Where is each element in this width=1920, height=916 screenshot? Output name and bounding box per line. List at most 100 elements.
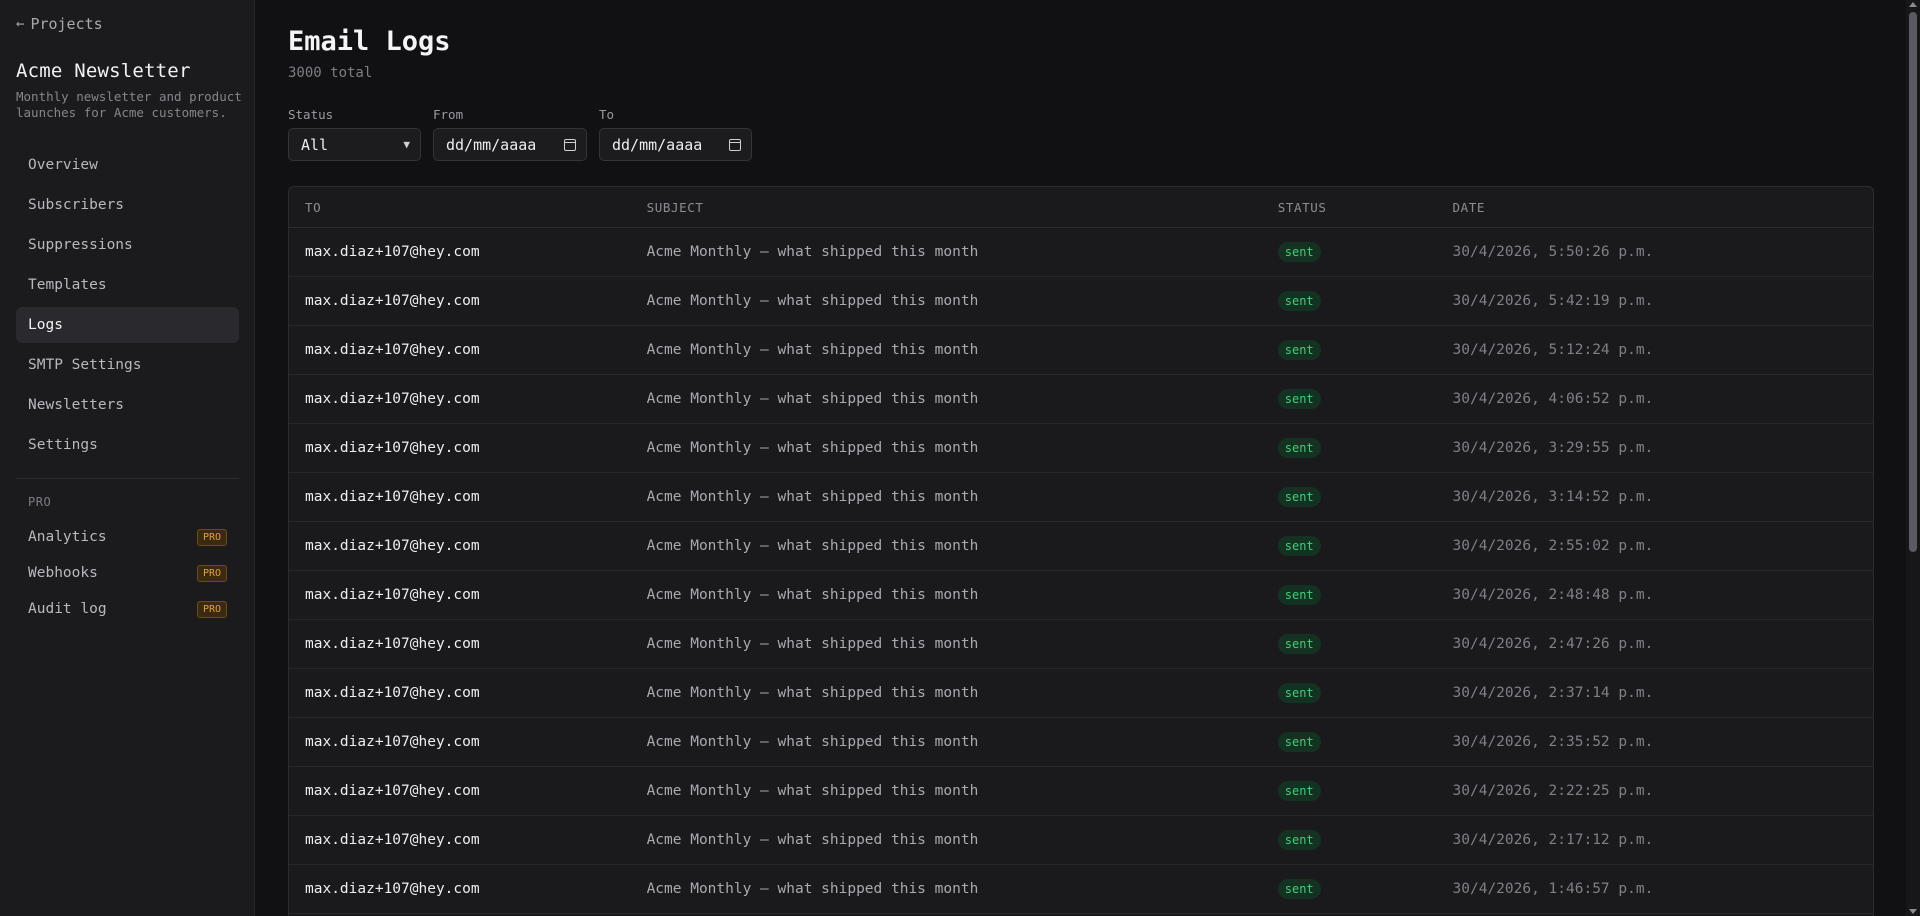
- status-badge: sent: [1277, 340, 1321, 360]
- scrollbar-thumb[interactable]: [1909, 12, 1917, 552]
- table-row[interactable]: max.diaz+107@hey.com Acme Monthly — what …: [289, 522, 1873, 571]
- sidebar-item-newsletters[interactable]: Newsletters: [16, 387, 239, 423]
- table-row[interactable]: max.diaz+107@hey.com Acme Monthly — what …: [289, 669, 1873, 718]
- page-scrollbar[interactable]: [1906, 0, 1920, 916]
- table-row[interactable]: max.diaz+107@hey.com Acme Monthly — what …: [289, 228, 1873, 277]
- table-row[interactable]: max.diaz+107@hey.com Acme Monthly — what …: [289, 375, 1873, 424]
- cell-to: max.diaz+107@hey.com: [305, 881, 480, 897]
- sidebar-item-audit-log[interactable]: Audit log PRO: [16, 591, 239, 627]
- cell-to: max.diaz+107@hey.com: [305, 293, 480, 309]
- sidebar-item-analytics[interactable]: Analytics PRO: [16, 519, 239, 555]
- table-row[interactable]: max.diaz+107@hey.com Acme Monthly — what …: [289, 326, 1873, 375]
- cell-to: max.diaz+107@hey.com: [305, 636, 480, 652]
- back-to-projects-link[interactable]: ← Projects: [16, 15, 103, 33]
- from-date-input[interactable]: dd/mm/aaaa: [433, 128, 587, 161]
- scroll-up-arrow-icon[interactable]: [1909, 2, 1917, 7]
- total-count: 3000 total: [288, 65, 373, 81]
- cell-status: sent: [1277, 487, 1453, 507]
- to-date-placeholder: dd/mm/aaaa: [612, 135, 703, 154]
- pro-badge: PRO: [196, 564, 227, 582]
- email-logs-table: TO SUBJECT STATUS DATE max.diaz+107@hey.…: [288, 186, 1874, 916]
- pro-badge: PRO: [196, 528, 227, 546]
- status-badge: sent: [1277, 242, 1321, 262]
- pro-nav: Analytics PRO Webhooks PRO Audit log PRO: [16, 519, 239, 627]
- cell-subject: Acme Monthly — what shipped this month: [646, 881, 979, 897]
- arrow-left-icon: ←: [16, 16, 25, 32]
- cell-to: max.diaz+107@hey.com: [305, 783, 480, 799]
- to-date-input[interactable]: dd/mm/aaaa: [599, 128, 752, 161]
- sidebar-item-settings[interactable]: Settings: [16, 427, 239, 463]
- cell-date: 30/4/2026, 4:06:52 p.m.: [1452, 391, 1654, 407]
- cell-subject: Acme Monthly — what shipped this month: [646, 685, 979, 701]
- cell-to: max.diaz+107@hey.com: [305, 489, 480, 505]
- pro-section-heading: PRO: [28, 495, 52, 509]
- sidebar-item-webhooks[interactable]: Webhooks PRO: [16, 555, 239, 591]
- cell-date: 30/4/2026, 2:55:02 p.m.: [1452, 538, 1654, 554]
- cell-date: 30/4/2026, 2:47:26 p.m.: [1452, 636, 1654, 652]
- cell-to: max.diaz+107@hey.com: [305, 832, 480, 848]
- sidebar-item-smtp-settings[interactable]: SMTP Settings: [16, 347, 239, 383]
- status-filter: Status All ▼: [288, 107, 421, 161]
- table-row[interactable]: max.diaz+107@hey.com Acme Monthly — what …: [289, 718, 1873, 767]
- status-badge: sent: [1277, 634, 1321, 654]
- table-row[interactable]: max.diaz+107@hey.com Acme Monthly — what …: [289, 424, 1873, 473]
- sidebar: ← Projects Acme Newsletter Monthly newsl…: [0, 0, 255, 916]
- table-row[interactable]: max.diaz+107@hey.com Acme Monthly — what …: [289, 620, 1873, 669]
- sidebar-item-logs[interactable]: Logs: [16, 307, 239, 343]
- cell-status: sent: [1277, 291, 1453, 311]
- cell-status: sent: [1277, 732, 1453, 752]
- cell-subject: Acme Monthly — what shipped this month: [646, 391, 979, 407]
- table-row[interactable]: max.diaz+107@hey.com Acme Monthly — what …: [289, 767, 1873, 816]
- table-row[interactable]: max.diaz+107@hey.com Acme Monthly — what …: [289, 277, 1873, 326]
- chevron-down-icon: ▼: [403, 138, 410, 151]
- calendar-icon[interactable]: [729, 138, 741, 151]
- pro-badge: PRO: [196, 600, 227, 618]
- column-header-to: TO: [305, 199, 322, 215]
- sidebar-item-label: Webhooks: [28, 565, 98, 581]
- table-row[interactable]: max.diaz+107@hey.com Acme Monthly — what …: [289, 865, 1873, 914]
- status-badge: sent: [1277, 830, 1321, 850]
- cell-date: 30/4/2026, 2:37:14 p.m.: [1452, 685, 1654, 701]
- cell-date: 30/4/2026, 2:22:25 p.m.: [1452, 783, 1654, 799]
- from-date-placeholder: dd/mm/aaaa: [446, 135, 537, 154]
- table-row[interactable]: max.diaz+107@hey.com Acme Monthly — what …: [289, 473, 1873, 522]
- status-filter-label: Status: [288, 107, 334, 122]
- cell-status: sent: [1277, 585, 1453, 605]
- cell-date: 30/4/2026, 2:35:52 p.m.: [1452, 734, 1654, 750]
- sidebar-item-templates[interactable]: Templates: [16, 267, 239, 303]
- cell-to: max.diaz+107@hey.com: [305, 342, 480, 358]
- cell-to: max.diaz+107@hey.com: [305, 244, 480, 260]
- cell-to: max.diaz+107@hey.com: [305, 440, 480, 456]
- from-filter: From dd/mm/aaaa: [433, 107, 587, 161]
- cell-status: sent: [1277, 879, 1453, 899]
- cell-status: sent: [1277, 830, 1453, 850]
- cell-subject: Acme Monthly — what shipped this month: [646, 636, 979, 652]
- column-header-subject: SUBJECT: [646, 199, 704, 215]
- sidebar-item-overview[interactable]: Overview: [16, 147, 239, 183]
- status-select[interactable]: All ▼: [288, 128, 421, 161]
- table-row[interactable]: max.diaz+107@hey.com Acme Monthly — what …: [289, 816, 1873, 865]
- cell-date: 30/4/2026, 5:42:19 p.m.: [1452, 293, 1654, 309]
- cell-subject: Acme Monthly — what shipped this month: [646, 244, 979, 260]
- sidebar-item-subscribers[interactable]: Subscribers: [16, 187, 239, 223]
- sidebar-item-label: Audit log: [28, 601, 107, 617]
- cell-status: sent: [1277, 438, 1453, 458]
- table-row[interactable]: max.diaz+107@hey.com Acme Monthly — what …: [289, 571, 1873, 620]
- cell-status: sent: [1277, 683, 1453, 703]
- cell-to: max.diaz+107@hey.com: [305, 685, 480, 701]
- cell-subject: Acme Monthly — what shipped this month: [646, 734, 979, 750]
- sidebar-item-suppressions[interactable]: Suppressions: [16, 227, 239, 263]
- page-title: Email Logs: [288, 26, 451, 57]
- cell-date: 30/4/2026, 3:14:52 p.m.: [1452, 489, 1654, 505]
- project-description: Monthly newsletter and product launches …: [16, 89, 242, 120]
- cell-status: sent: [1277, 389, 1453, 409]
- status-badge: sent: [1277, 585, 1321, 605]
- sidebar-nav: Overview Subscribers Suppressions Templa…: [16, 147, 239, 467]
- cell-subject: Acme Monthly — what shipped this month: [646, 489, 979, 505]
- sidebar-item-label: Analytics: [28, 529, 107, 545]
- column-header-date: DATE: [1452, 199, 1486, 215]
- calendar-icon[interactable]: [564, 138, 576, 151]
- scroll-down-arrow-icon[interactable]: [1909, 909, 1917, 914]
- cell-date: 30/4/2026, 5:50:26 p.m.: [1452, 244, 1654, 260]
- cell-to: max.diaz+107@hey.com: [305, 587, 480, 603]
